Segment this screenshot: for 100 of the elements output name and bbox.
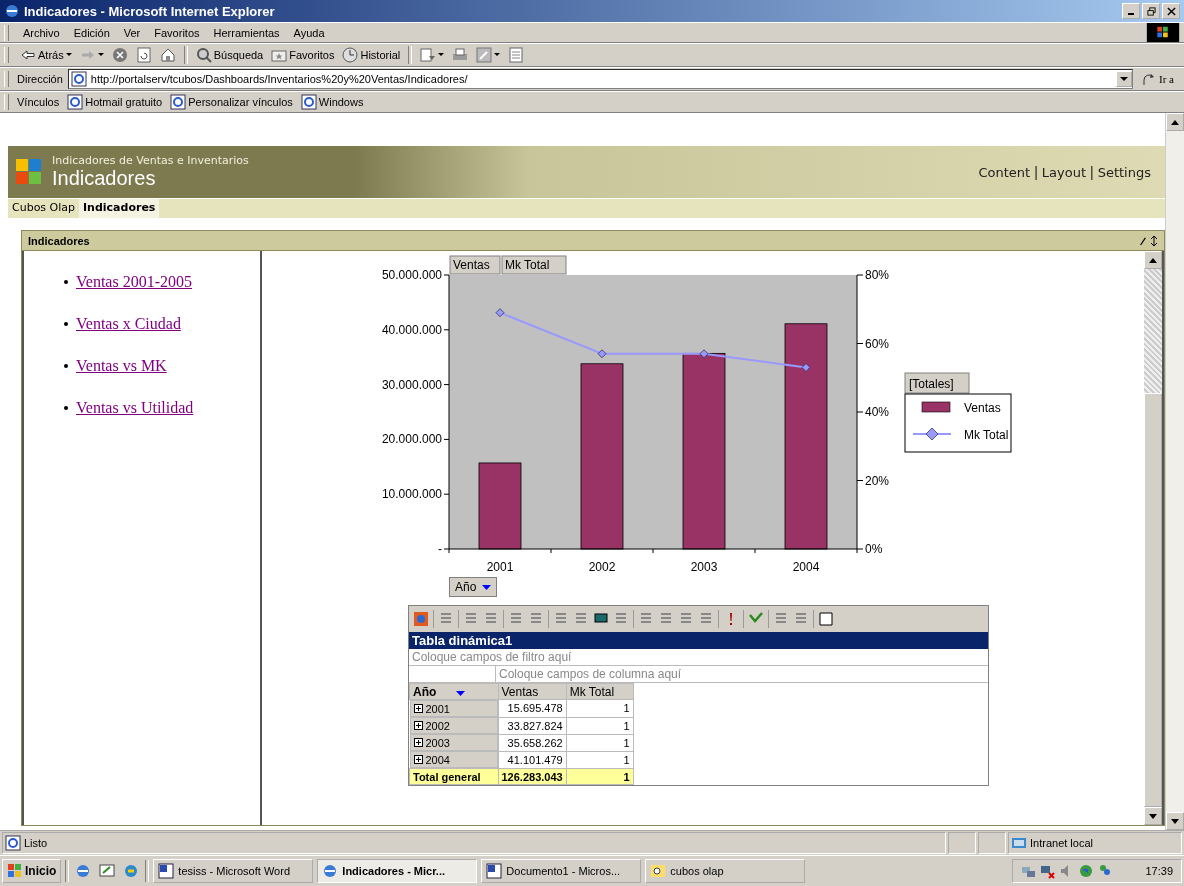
data-point [801, 363, 811, 372]
axis-label: 50.000.000 [381, 268, 442, 282]
data-point [495, 308, 505, 318]
legend-title-button[interactable]: [Totales] [904, 372, 970, 394]
site-title: Indicadores [52, 167, 157, 190]
report-link[interactable]: Ventas vs Utilidad [76, 399, 194, 417]
caret-icon [494, 53, 501, 57]
back-button[interactable]: Atrás [17, 45, 75, 65]
down-arrow-icon[interactable] [1171, 818, 1179, 824]
up-down-arrows-icon[interactable] [1150, 234, 1158, 247]
close-button[interactable] [1162, 3, 1180, 19]
network-icon[interactable] [1040, 863, 1056, 879]
table-cell: 35.658.262 [498, 734, 567, 751]
column-header: Mk Total [566, 683, 634, 700]
column-header: Ventas [498, 683, 567, 700]
restore-button[interactable] [1142, 3, 1160, 19]
start-button[interactable]: Inicio [2, 859, 62, 883]
legend-line-swatch [912, 427, 952, 441]
go-button[interactable]: Ir a [1135, 71, 1180, 87]
status-text: Listo [24, 837, 48, 849]
table-cell: 1 [566, 699, 634, 717]
row-field-header[interactable]: Año [409, 683, 498, 700]
menu-item[interactable]: Ver [117, 26, 147, 39]
axis-label: 2002 [588, 560, 616, 574]
nav-tab[interactable]: Indicadores [79, 199, 160, 218]
axis-label: 20% [865, 473, 890, 488]
page-icon [170, 94, 187, 110]
scroll-thumb[interactable] [1144, 393, 1162, 807]
search-button[interactable]: Búsqueda [192, 45, 267, 65]
header-link[interactable]: Content [974, 164, 1035, 180]
address-field[interactable]: http://portalserv/tcubos/Dashboards/Inventarios%20y%20Ventas/Indicadores/ [67, 69, 1134, 89]
row-header[interactable]: 2003 [409, 734, 498, 751]
media-icon[interactable] [123, 863, 140, 879]
report-link[interactable]: Ventas x Ciudad [76, 315, 181, 333]
axis-label: 0% [865, 542, 883, 556]
mail-icon [420, 47, 437, 63]
taskbar-button[interactable]: tesiss - Microsoft Word [153, 859, 314, 883]
row-header[interactable]: 2002 [409, 717, 498, 734]
axis-label: 2004 [792, 560, 820, 574]
windows-logo-icon [1146, 23, 1180, 42]
menu-item[interactable]: Herramientas [207, 26, 286, 39]
intranet-icon [1011, 835, 1027, 851]
field-button[interactable]: Ventas [449, 255, 501, 275]
table-cell: 1 [566, 734, 634, 751]
axis-field-button[interactable]: Año [449, 577, 498, 597]
link-button[interactable]: Hotmail gratuito [64, 92, 166, 112]
link-button[interactable]: Personalizar vínculos [167, 92, 296, 112]
dropdown-button[interactable] [1116, 71, 1133, 87]
page-icon [300, 94, 317, 110]
menu-item[interactable]: Archivo [17, 26, 66, 39]
menu-item[interactable]: Favoritos [148, 26, 206, 39]
caret-icon [1120, 76, 1129, 82]
page-icon [67, 94, 84, 110]
address-label: Dirección [17, 73, 63, 85]
menu-item[interactable]: Ayuda [287, 26, 331, 39]
data-point [699, 349, 709, 359]
minimize-button[interactable] [1122, 3, 1140, 19]
nav-tab[interactable]: Cubos Olap [8, 199, 80, 218]
menu-item[interactable]: Edición [67, 26, 116, 39]
bullet-icon [64, 364, 68, 368]
globe-icon[interactable] [1078, 863, 1094, 879]
table-cell: 1 [566, 717, 634, 734]
site-subtitle: Indicadores de Ventas e Inventarios [52, 154, 249, 167]
taskbar-button[interactable]: Indicadores - Micr... [317, 859, 478, 883]
filter-drop-zone: Coloque campos de filtro aquí [409, 649, 988, 666]
legend-label: Mk Total [964, 428, 1009, 442]
caret-icon [482, 584, 492, 590]
field-button[interactable]: Mk Total [501, 255, 567, 275]
links-label: Vínculos [17, 96, 60, 108]
down-arrow-icon[interactable] [1149, 813, 1157, 819]
scrollbar[interactable] [1144, 251, 1162, 825]
page-icon [5, 835, 21, 851]
taskbar-button[interactable]: Documento1 - Micros... [481, 859, 642, 883]
favorites-button[interactable]: Favoritos [268, 45, 338, 65]
scrollbar[interactable] [1165, 113, 1184, 830]
up-arrow-icon[interactable] [1149, 257, 1157, 263]
axis-label: 60% [865, 336, 890, 351]
browser-icon[interactable] [75, 863, 92, 879]
axis-label: 10.000.000 [381, 487, 442, 502]
row-header[interactable]: 2001 [409, 700, 498, 717]
pivot-title: Tabla dinámica1 [409, 632, 988, 649]
table-cell: 15.695.478 [498, 699, 567, 717]
history-button[interactable]: Historial [339, 45, 404, 65]
link-button[interactable]: Windows [297, 92, 367, 112]
taskbar-button[interactable]: cubos olap [645, 859, 806, 883]
printer-icon [452, 47, 469, 63]
minimize-icon [1128, 13, 1134, 15]
header-link[interactable]: Settings [1093, 164, 1155, 180]
row-header[interactable]: 2004 [409, 751, 498, 768]
search-icon [650, 863, 667, 879]
report-link[interactable]: Ventas vs MK [76, 357, 167, 375]
stop-icon [111, 47, 128, 63]
separator: | [1090, 164, 1094, 180]
document-icon [486, 863, 503, 879]
table-cell: 33.827.824 [498, 717, 567, 734]
up-arrow-icon[interactable] [1171, 119, 1179, 125]
desktop-icon[interactable] [99, 863, 116, 879]
panel-title: Indicadores [28, 234, 90, 247]
header-link[interactable]: Layout [1037, 164, 1091, 180]
report-link[interactable]: Ventas 2001-2005 [76, 273, 192, 291]
